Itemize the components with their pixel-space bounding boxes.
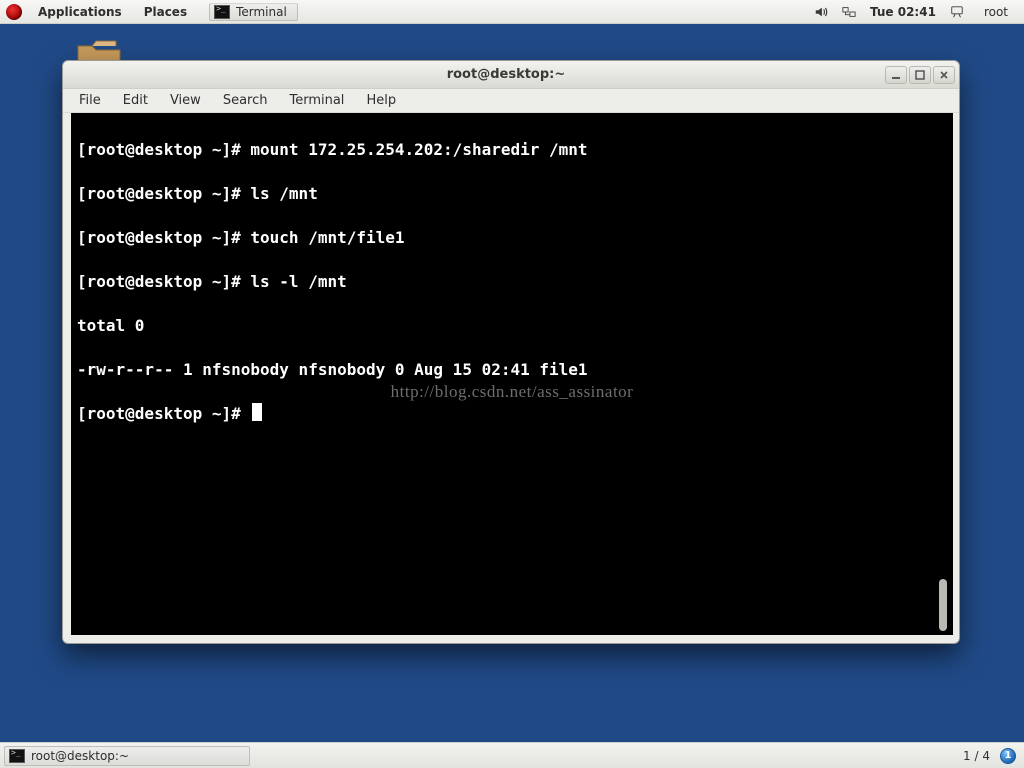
terminal-scrollbar[interactable] bbox=[937, 113, 949, 635]
menu-edit[interactable]: Edit bbox=[113, 91, 158, 110]
terminal-line: -rw-r--r-- 1 nfsnobody nfsnobody 0 Aug 1… bbox=[77, 359, 947, 381]
terminal-line: [root@desktop ~]# mount 172.25.254.202:/… bbox=[77, 139, 947, 161]
window-title: root@desktop:~ bbox=[127, 67, 885, 82]
network-icon[interactable] bbox=[842, 5, 856, 19]
window-close-button[interactable] bbox=[933, 66, 955, 84]
terminal-line: [root@desktop ~]# touch /mnt/file1 bbox=[77, 227, 947, 249]
terminal-menubar: File Edit View Search Terminal Help bbox=[63, 89, 959, 113]
watermark-text: http://blog.csdn.net/ass_assinator bbox=[71, 381, 953, 403]
menu-terminal[interactable]: Terminal bbox=[279, 91, 354, 110]
terminal-icon bbox=[9, 749, 25, 763]
taskbar-terminal-label: Terminal bbox=[236, 5, 287, 19]
terminal-icon bbox=[214, 5, 230, 19]
bottom-panel: root@desktop:~ 1 / 4 1 bbox=[0, 742, 1024, 768]
window-titlebar[interactable]: root@desktop:~ bbox=[63, 61, 959, 89]
user-icon bbox=[950, 5, 964, 19]
terminal-line: [root@desktop ~]# ls -l /mnt bbox=[77, 271, 947, 293]
cursor-icon bbox=[252, 403, 262, 421]
menu-view[interactable]: View bbox=[160, 91, 211, 110]
terminal-line: [root@desktop ~]# bbox=[77, 403, 947, 425]
window-minimize-button[interactable] bbox=[885, 66, 907, 84]
terminal-line: total 0 bbox=[77, 315, 947, 337]
taskbar-window-label: root@desktop:~ bbox=[31, 749, 129, 763]
workspace-indicator[interactable]: 1 / 4 bbox=[963, 749, 990, 763]
user-menu[interactable]: root bbox=[978, 3, 1014, 21]
menu-search[interactable]: Search bbox=[213, 91, 278, 110]
terminal-viewport[interactable]: [root@desktop ~]# mount 172.25.254.202:/… bbox=[71, 113, 953, 635]
taskbar-window-button[interactable]: root@desktop:~ bbox=[4, 746, 250, 766]
places-menu[interactable]: Places bbox=[138, 3, 193, 21]
top-panel: Applications Places Terminal Tue 02:41 r… bbox=[0, 0, 1024, 24]
menu-help[interactable]: Help bbox=[356, 91, 406, 110]
window-maximize-button[interactable] bbox=[909, 66, 931, 84]
terminal-line: [root@desktop ~]# ls /mnt bbox=[77, 183, 947, 205]
taskbar-terminal-button[interactable]: Terminal bbox=[209, 3, 298, 21]
terminal-window: root@desktop:~ File Edit View Search Ter… bbox=[62, 60, 960, 644]
distro-logo-icon bbox=[6, 4, 22, 20]
menu-file[interactable]: File bbox=[69, 91, 111, 110]
volume-icon[interactable] bbox=[814, 5, 828, 19]
clock[interactable]: Tue 02:41 bbox=[870, 5, 936, 19]
scrollbar-thumb[interactable] bbox=[939, 579, 947, 631]
applications-menu[interactable]: Applications bbox=[32, 3, 128, 21]
notification-bubble-icon[interactable]: 1 bbox=[1000, 748, 1016, 764]
